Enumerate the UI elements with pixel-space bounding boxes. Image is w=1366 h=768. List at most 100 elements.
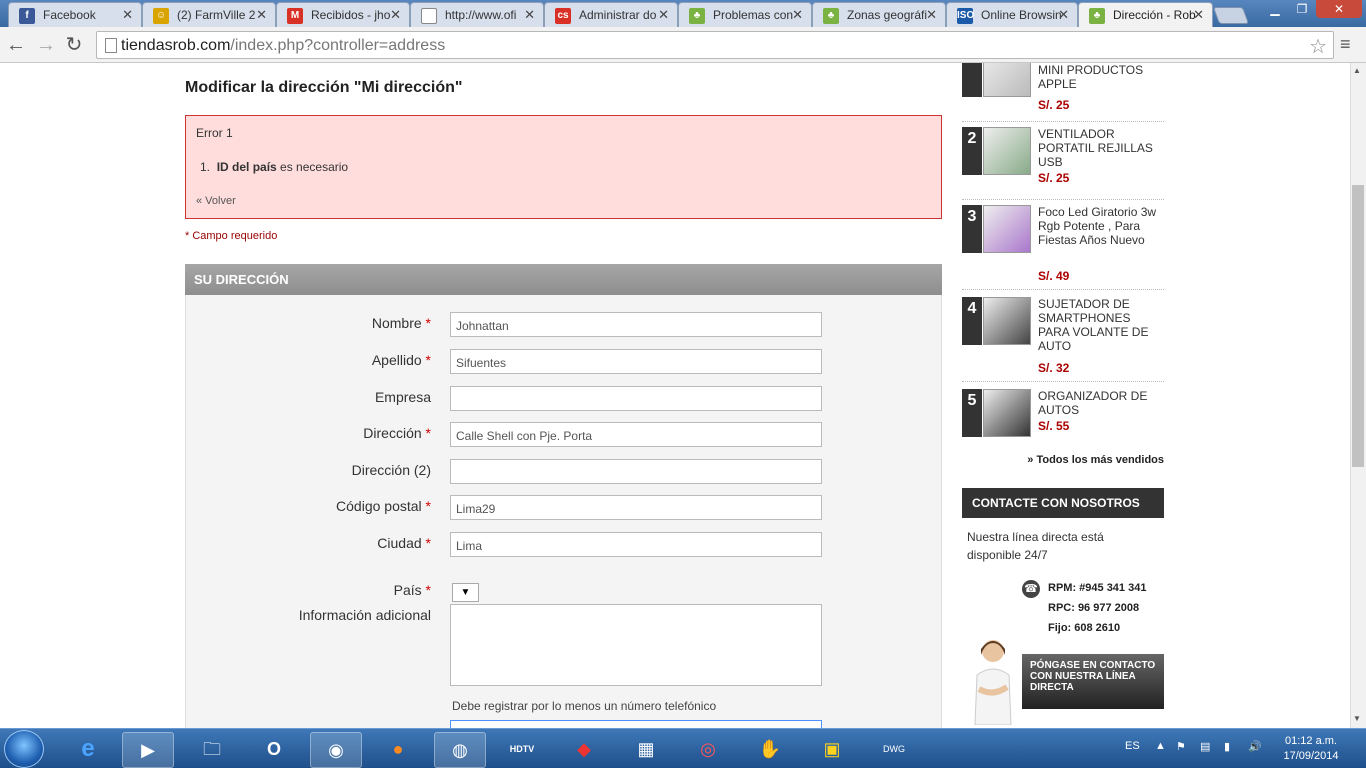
country-row: País * ▼	[186, 579, 943, 604]
product-name[interactable]: Foco Led Giratorio 3w Rgb Potente , Para…	[1038, 205, 1164, 247]
file-explorer-icon[interactable]: 🗀	[186, 732, 238, 768]
forward-icon[interactable]: →	[34, 33, 58, 57]
form-label: Dirección *	[363, 425, 431, 441]
browser-tab[interactable]: M Recibidos - jho ✕	[276, 2, 410, 27]
product-name[interactable]: MINI PRODUCTOS APPLE	[1038, 63, 1164, 91]
hdtv-icon[interactable]: HDTV	[496, 732, 548, 768]
browser-toolbar: ← → ↻ tiendasrob.com/index.php?controlle…	[0, 27, 1366, 63]
all-best-sellers-link[interactable]: » Todos los más vendidos	[1027, 454, 1164, 466]
address-bar[interactable]: tiendasrob.com/index.php?controller=addr…	[96, 31, 1334, 59]
clock-date: 17/09/2014	[1283, 750, 1339, 762]
form-input[interactable]: Sifuentes	[450, 349, 822, 374]
form-label: Ciudad *	[377, 535, 431, 551]
show-hidden-icons-icon[interactable]: ▲	[1155, 740, 1166, 752]
product-price: S/. 25	[1038, 98, 1070, 112]
network-icon[interactable]: ▮	[1224, 740, 1230, 753]
tab-title: Zonas geográfi	[847, 8, 928, 22]
new-tab-button[interactable]	[1212, 7, 1250, 24]
form-input[interactable]: Johnattan	[450, 312, 822, 337]
internet-explorer-icon[interactable]: e	[62, 732, 114, 768]
contact-fijo: Fijo: 608 2610	[1048, 622, 1121, 634]
browser-tab[interactable]: ♣ Dirección - Rob ✕	[1078, 2, 1213, 27]
tab-close-icon[interactable]: ✕	[390, 7, 401, 23]
country-select[interactable]: ▼	[452, 583, 479, 602]
tab-close-icon[interactable]: ✕	[658, 7, 669, 23]
firefox-icon[interactable]: ●	[372, 732, 424, 768]
product-name[interactable]: VENTILADOR PORTATIL REJILLAS USB	[1038, 127, 1164, 169]
form-row: Código postal * Lima29	[186, 495, 943, 520]
product-name[interactable]: SUJETADOR DE SMARTPHONES PARA VOLANTE DE…	[1038, 297, 1164, 353]
contact-rpc: RPC: 96 977 2008	[1048, 602, 1140, 614]
product-price: S/. 25	[1038, 171, 1070, 185]
tab-close-icon[interactable]: ✕	[926, 7, 937, 23]
url-text: tiendasrob.com/index.php?controller=addr…	[121, 37, 446, 54]
browser-tab[interactable]: http://www.ofi ✕	[410, 2, 544, 27]
tab-close-icon[interactable]: ✕	[792, 7, 803, 23]
error-title: Error 1	[196, 126, 233, 140]
browser-tab[interactable]: ☺ (2) FarmVille 2 ✕	[142, 2, 276, 27]
media-player-icon[interactable]: ▶	[122, 732, 174, 768]
chrome-menu-icon[interactable]: ≡	[1340, 34, 1351, 55]
back-icon[interactable]: ←	[4, 33, 28, 57]
tab-title: Administrar do	[579, 8, 657, 22]
browser-tab[interactable]: cs Administrar do ✕	[544, 2, 678, 27]
product-thumbnail[interactable]	[983, 63, 1031, 97]
minimize-button[interactable]: ▁	[1262, 0, 1288, 18]
tab-close-icon[interactable]: ✕	[1058, 7, 1069, 23]
maximize-button[interactable]: ❐	[1289, 0, 1315, 18]
dwg-viewer-icon[interactable]: DWG	[868, 732, 920, 768]
scroll-down-icon[interactable]: ▼	[1353, 714, 1361, 723]
product-thumbnail[interactable]	[983, 205, 1031, 253]
google-earth-icon[interactable]: ◍	[434, 732, 486, 768]
form-row: Dirección * Calle Shell con Pje. Porta	[186, 422, 943, 447]
outlook-icon[interactable]: O	[248, 732, 300, 768]
tab-close-icon[interactable]: ✕	[524, 7, 535, 23]
close-window-button[interactable]: ✕	[1316, 0, 1362, 18]
device-icon[interactable]: ▤	[1200, 740, 1210, 753]
product-name[interactable]: ORGANIZADOR DE AUTOS	[1038, 389, 1164, 417]
contact-button[interactable]: PÓNGASE EN CONTACTO CON NUESTRA LÍNEA DI…	[1022, 654, 1164, 709]
browser-tab[interactable]: ♣ Problemas con ✕	[678, 2, 812, 27]
additional-info-row: Información adicional	[186, 604, 943, 686]
contact-title: CONTACTE CON NOSOTROS	[962, 488, 1164, 518]
clock-time: 01:12 a.m.	[1285, 735, 1337, 747]
game-icon[interactable]: ✋	[744, 732, 796, 768]
product-thumbnail[interactable]	[983, 389, 1031, 437]
phone-input[interactable]	[450, 720, 822, 728]
bookmark-star-icon[interactable]: ☆	[1309, 34, 1327, 59]
calculator-icon[interactable]: ▦	[620, 732, 672, 768]
scroll-up-icon[interactable]: ▲	[1353, 66, 1361, 75]
tab-close-icon[interactable]: ✕	[1193, 7, 1204, 23]
rank-badge	[962, 63, 982, 97]
action-center-icon[interactable]: ⚑	[1176, 740, 1186, 753]
form-input[interactable]: Lima29	[450, 495, 822, 520]
form-input[interactable]: Lima	[450, 532, 822, 557]
page-title: Modificar la dirección "Mi dirección"	[185, 79, 463, 96]
form-input[interactable]: Calle Shell con Pje. Porta	[450, 422, 822, 447]
product-thumbnail[interactable]	[983, 297, 1031, 345]
scrollbar-thumb[interactable]	[1352, 185, 1364, 467]
language-indicator[interactable]: ES	[1125, 740, 1140, 752]
browser-tab[interactable]: f Facebook ✕	[8, 2, 142, 27]
error-item: 1. ID del país es necesario	[200, 160, 349, 174]
tab-favicon-icon: ♣	[1089, 8, 1105, 24]
clock[interactable]: 01:12 a.m. 17/09/2014	[1278, 734, 1344, 764]
paint-icon[interactable]: ▣	[806, 732, 858, 768]
additional-info-textarea[interactable]	[450, 604, 822, 686]
browser-tab[interactable]: ♣ Zonas geográfi ✕	[812, 2, 946, 27]
product-thumbnail[interactable]	[983, 127, 1031, 175]
tab-close-icon[interactable]: ✕	[256, 7, 267, 23]
chrome-icon[interactable]: ◉	[310, 732, 362, 768]
media-app-icon[interactable]: ◎	[682, 732, 734, 768]
pdf-reader-icon[interactable]: ◆	[558, 732, 610, 768]
form-input[interactable]	[450, 386, 822, 411]
volume-icon[interactable]: 🔊	[1248, 740, 1262, 753]
start-button[interactable]	[4, 730, 44, 768]
page-icon	[105, 38, 117, 53]
reload-icon[interactable]: ↻	[62, 33, 86, 57]
tab-close-icon[interactable]: ✕	[122, 7, 133, 23]
browser-tab[interactable]: ISO Online Browsin ✕	[946, 2, 1078, 27]
back-link[interactable]: « Volver	[196, 195, 236, 207]
form-input[interactable]	[450, 459, 822, 484]
tab-favicon-icon: ♣	[689, 8, 705, 24]
